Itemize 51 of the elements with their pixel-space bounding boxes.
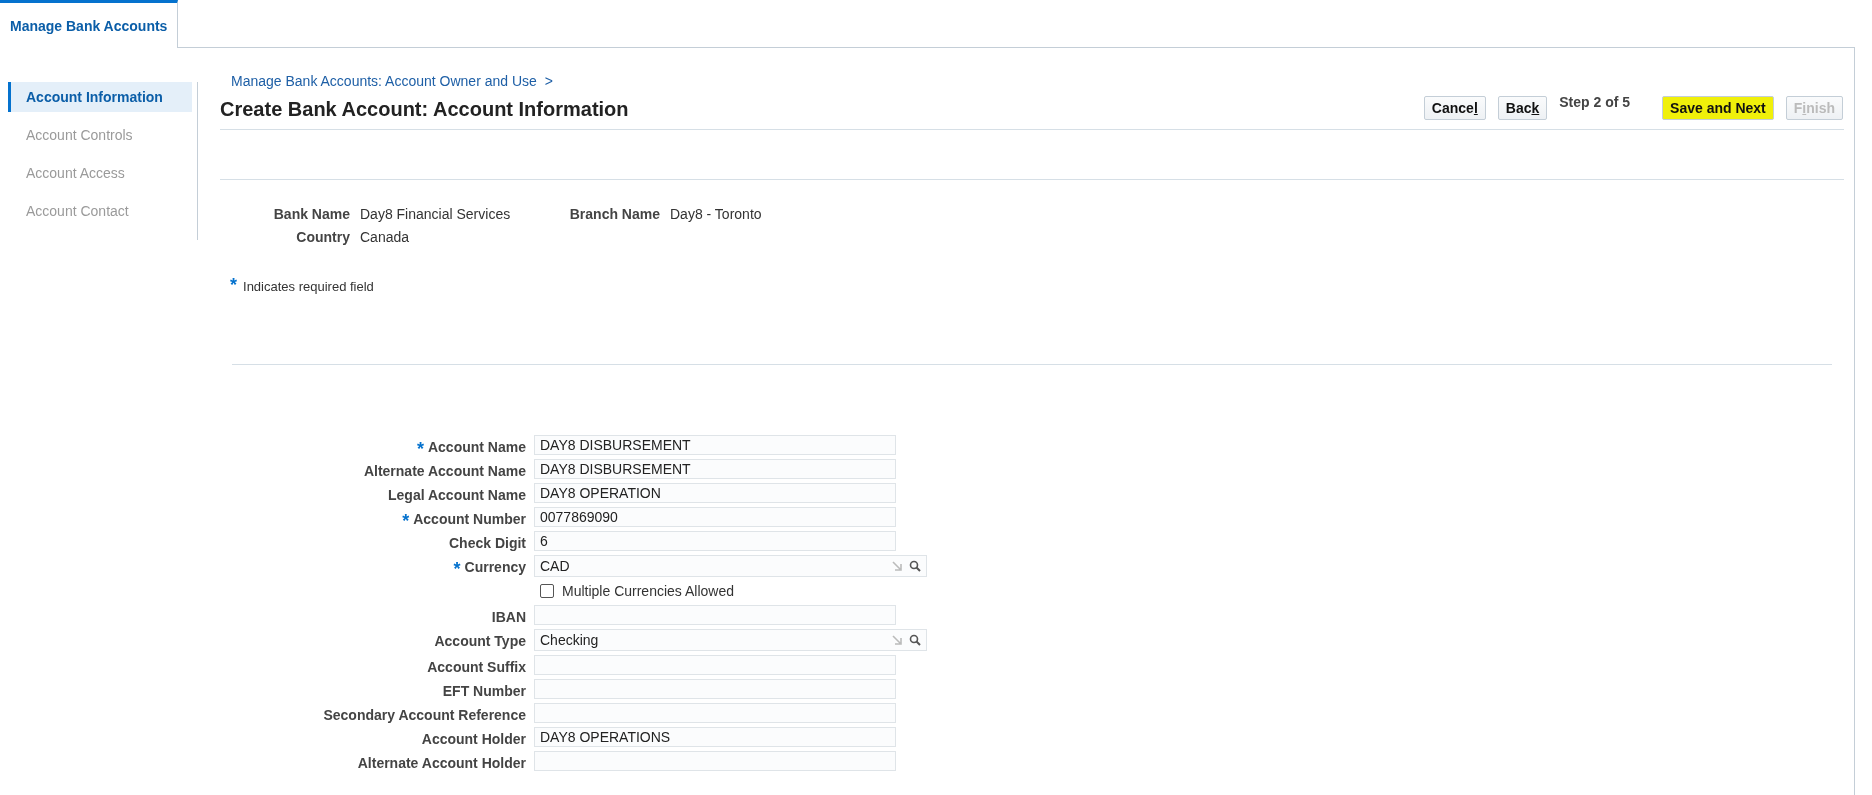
field-label: Account Type xyxy=(434,633,526,649)
field-label: Country xyxy=(295,229,350,245)
field-label: Alternate Account Name xyxy=(363,463,526,479)
input-field[interactable]: DAY8 DISBURSEMENT xyxy=(534,459,896,479)
field-label: Currency xyxy=(464,559,526,575)
page-title: Create Bank Account: Account Information xyxy=(220,98,629,121)
input-field[interactable]: DAY8 OPERATIONS xyxy=(534,727,896,747)
field-label: Branch Name xyxy=(568,206,660,222)
field-value: Canada xyxy=(360,229,411,245)
field-label: Secondary Account Reference xyxy=(323,707,526,723)
arrow-icon[interactable] xyxy=(892,560,903,572)
checkbox-field[interactable]: Multiple Currencies Allowed xyxy=(534,581,1844,601)
input-field[interactable] xyxy=(534,679,896,699)
field-value: Day8 - Toronto xyxy=(670,206,763,222)
arrow-icon[interactable] xyxy=(892,634,903,646)
field-label: Account Number xyxy=(413,511,526,527)
save-next-button[interactable]: Save and Next xyxy=(1662,96,1774,120)
select-field[interactable]: Checking xyxy=(534,629,927,651)
page-tab[interactable]: Manage Bank Accounts xyxy=(0,0,179,48)
field-label: Account Suffix xyxy=(427,659,526,675)
input-field[interactable]: 6 xyxy=(534,531,896,551)
input-field[interactable] xyxy=(534,703,896,723)
field-label: Account Holder xyxy=(421,731,526,747)
field-label: Account Name xyxy=(427,439,526,455)
input-field[interactable] xyxy=(534,655,896,675)
step-indicator: Step 2 of 5 xyxy=(1559,94,1631,110)
input-field[interactable]: DAY8 OPERATION xyxy=(534,483,896,503)
required-icon: * xyxy=(416,443,424,455)
field-label: IBAN xyxy=(491,609,526,625)
search-icon[interactable] xyxy=(909,560,921,572)
input-field[interactable]: 0077869090 xyxy=(534,507,896,527)
input-field[interactable] xyxy=(534,605,896,625)
field-label: Alternate Account Holder xyxy=(357,755,526,771)
field-value: Day8 Financial Services xyxy=(360,206,512,222)
required-icon: * xyxy=(402,515,410,527)
input-field[interactable]: DAY8 DISBURSEMENT xyxy=(534,435,896,455)
select-field[interactable]: CAD xyxy=(534,555,927,577)
back-button[interactable]: Back xyxy=(1497,96,1548,120)
cancel-button[interactable]: Cancel xyxy=(1423,96,1486,120)
search-icon[interactable] xyxy=(909,634,921,646)
required-note: Indicates required field xyxy=(243,279,374,294)
required-icon: * xyxy=(230,279,237,291)
checkbox[interactable] xyxy=(540,584,554,598)
breadcrumb-link[interactable]: Manage Bank Accounts: Account Owner and Use > xyxy=(231,73,553,89)
field-label: EFT Number xyxy=(442,683,526,699)
input-field[interactable] xyxy=(534,751,896,771)
field-label: Bank Name xyxy=(272,206,350,222)
sidebar-item[interactable]: Account Information xyxy=(8,82,192,112)
field-label: Legal Account Name xyxy=(388,487,526,503)
required-icon: * xyxy=(453,563,461,575)
field-label: Check Digit xyxy=(449,535,526,551)
